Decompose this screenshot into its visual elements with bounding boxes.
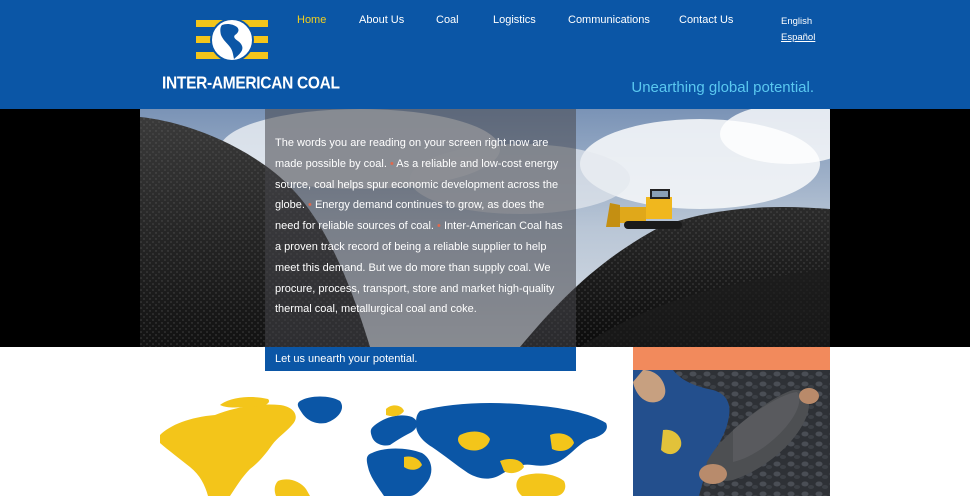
nav-logistics[interactable]: Logistics xyxy=(493,14,536,26)
worker-holding-coal-image xyxy=(633,370,830,496)
bullet-icon: • xyxy=(437,220,441,233)
world-map-graphic xyxy=(160,396,607,496)
nav-coal[interactable]: Coal xyxy=(436,14,459,26)
nav-communications[interactable]: Communications xyxy=(568,14,650,26)
hero-text-4: Inter-American Coal has a proven track r… xyxy=(275,220,563,316)
side-panel-header xyxy=(633,347,830,370)
company-name: INTER-AMERICAN COAL xyxy=(162,74,340,94)
main-nav: Home About Us Coal Logistics Communicati… xyxy=(0,14,970,30)
hero-text-panel: The words you are reading on your screen… xyxy=(265,109,576,347)
language-spanish-link[interactable]: Español xyxy=(781,32,815,43)
language-english-link[interactable]: English xyxy=(781,16,812,27)
coal-worker-photo xyxy=(633,370,830,496)
nav-home[interactable]: Home xyxy=(297,14,326,26)
unearth-potential-link[interactable]: Let us unearth your potential. xyxy=(265,347,576,371)
hero-intro-text: The words you are reading on your screen… xyxy=(275,133,570,320)
hero-banner: The words you are reading on your screen… xyxy=(140,109,830,347)
bullet-icon: • xyxy=(308,199,312,212)
nav-about-us[interactable]: About Us xyxy=(359,14,404,26)
bullet-icon: • xyxy=(389,157,394,170)
site-header: INTER-AMERICAN COAL Home About Us Coal L… xyxy=(0,0,970,109)
site-tagline: Unearthing global potential. xyxy=(631,79,814,96)
nav-contact-us[interactable]: Contact Us xyxy=(679,14,733,26)
